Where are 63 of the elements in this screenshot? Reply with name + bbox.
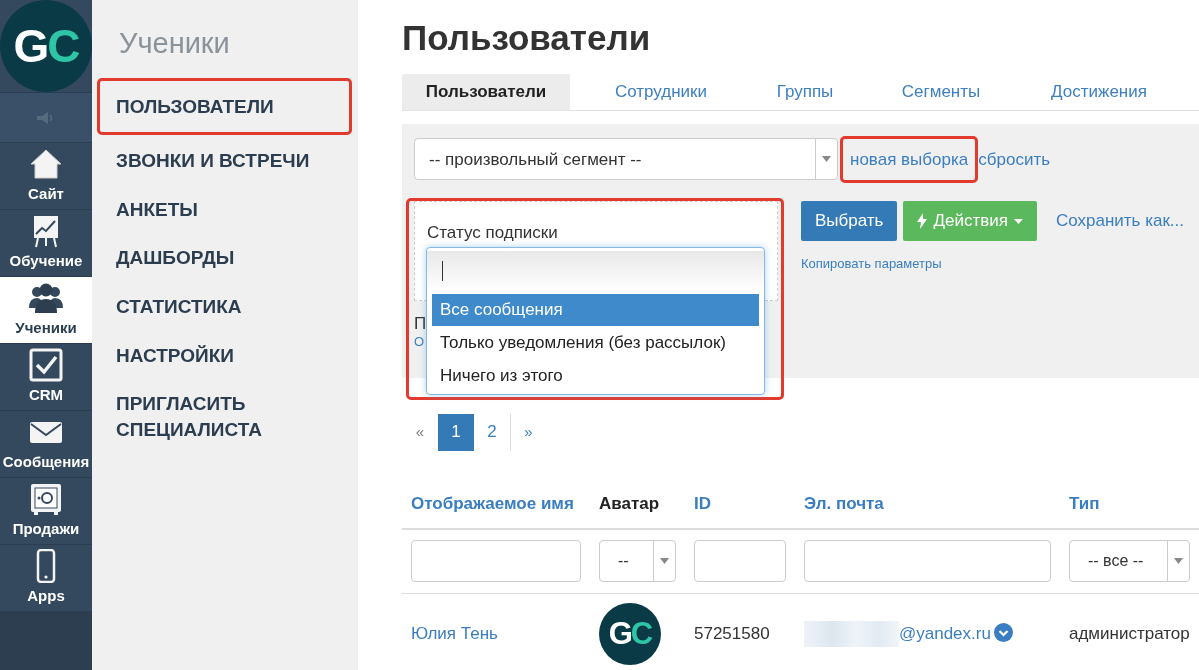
tab[interactable]: Группы <box>752 73 858 110</box>
sidebar-item[interactable]: ПОЛЬЗОВАТЕЛИ <box>97 77 352 136</box>
email-link[interactable]: @yandex.ru <box>899 623 991 643</box>
rail-item[interactable]: Сообщения <box>0 410 92 477</box>
sidebar-item[interactable]: ПРИГЛАСИТЬ СПЕЦИАЛИСТА <box>97 379 352 455</box>
column-header[interactable]: ID <box>685 490 795 529</box>
rail-item[interactable]: Сайт <box>0 142 92 209</box>
table-cell: администратор <box>1060 593 1199 670</box>
avatar: GC <box>599 603 661 665</box>
page-link[interactable]: 1 <box>438 413 474 451</box>
sidebar-item[interactable]: АНКЕТЫ <box>97 184 352 235</box>
rail-item[interactable]: Обучение <box>0 209 92 276</box>
checkbox-icon <box>28 347 64 382</box>
search-field[interactable] <box>427 251 764 291</box>
sidebar-item[interactable]: НАСТРОЙКИ <box>97 330 352 381</box>
filter-input[interactable] <box>804 540 1051 583</box>
text-cursor <box>442 261 443 281</box>
tab[interactable]: Достижения <box>1024 73 1174 110</box>
column-header: Аватар <box>590 490 685 529</box>
filter-select[interactable]: -- все -- <box>1069 540 1190 583</box>
save-as-link[interactable]: Сохранить как... <box>1055 208 1185 234</box>
dropdown-option[interactable]: Все сообщения <box>432 294 759 326</box>
sidebar-item[interactable]: ЗВОНКИ И ВСТРЕЧИ <box>97 136 352 186</box>
page-link[interactable]: « <box>402 413 438 451</box>
page-link[interactable]: 2 <box>474 413 510 451</box>
logo: GC <box>0 0 92 92</box>
rail-item[interactable]: CRM <box>0 343 92 410</box>
reset-link[interactable]: сбросить <box>978 146 1051 172</box>
actions-button[interactable]: Действия <box>903 201 1037 241</box>
safe-icon <box>28 481 64 516</box>
copy-parameters-link[interactable]: Копировать параметры <box>801 254 942 274</box>
caret-icon <box>1013 218 1023 224</box>
chevron-down-icon[interactable] <box>993 622 1013 642</box>
dropdown-arrow-icon <box>1174 558 1183 565</box>
rail-item[interactable]: Ученики <box>0 276 92 343</box>
page-title: Пользователи <box>402 17 652 59</box>
user-name-link[interactable]: Юлия Тень <box>411 624 498 644</box>
sidebar-item[interactable]: ДАШБОРДЫ <box>97 233 352 284</box>
column-header[interactable]: Отображаемое имя <box>402 490 590 529</box>
filter-label: Статус подписки <box>427 222 559 244</box>
dropdown-option[interactable]: Ничего из этого <box>432 360 759 392</box>
dropdown-arrow-icon <box>660 558 669 565</box>
table-cell: 57251580 <box>685 593 795 670</box>
tab[interactable]: Сегменты <box>858 73 1024 110</box>
lightning-icon <box>917 213 928 229</box>
select-button[interactable]: Выбрать <box>801 201 898 241</box>
section-title: Ученики <box>118 26 231 61</box>
filter-label: П <box>414 315 428 332</box>
dropdown-arrow-icon <box>822 156 831 163</box>
dropdown-option[interactable]: Только уведомления (без рассылок) <box>432 327 759 359</box>
filter-select[interactable]: -- <box>599 540 676 583</box>
segment-select[interactable]: -- произвольный сегмент -- <box>414 138 838 181</box>
column-header[interactable]: Тип <box>1060 490 1199 529</box>
tab[interactable]: Пользователи <box>402 73 570 110</box>
tab[interactable]: Сотрудники <box>570 73 752 110</box>
column-header[interactable]: Эл. почта <box>795 490 1060 529</box>
sidebar-item[interactable]: СТАТИСТИКА <box>97 282 352 332</box>
rail-item[interactable]: Apps <box>0 544 92 611</box>
page-link[interactable]: » <box>510 413 546 451</box>
filter-input[interactable] <box>694 540 786 583</box>
new-selection-link[interactable]: новая выборка <box>840 135 979 183</box>
filter-input[interactable] <box>411 540 581 583</box>
rail-item[interactable]: Продажи <box>0 477 92 544</box>
